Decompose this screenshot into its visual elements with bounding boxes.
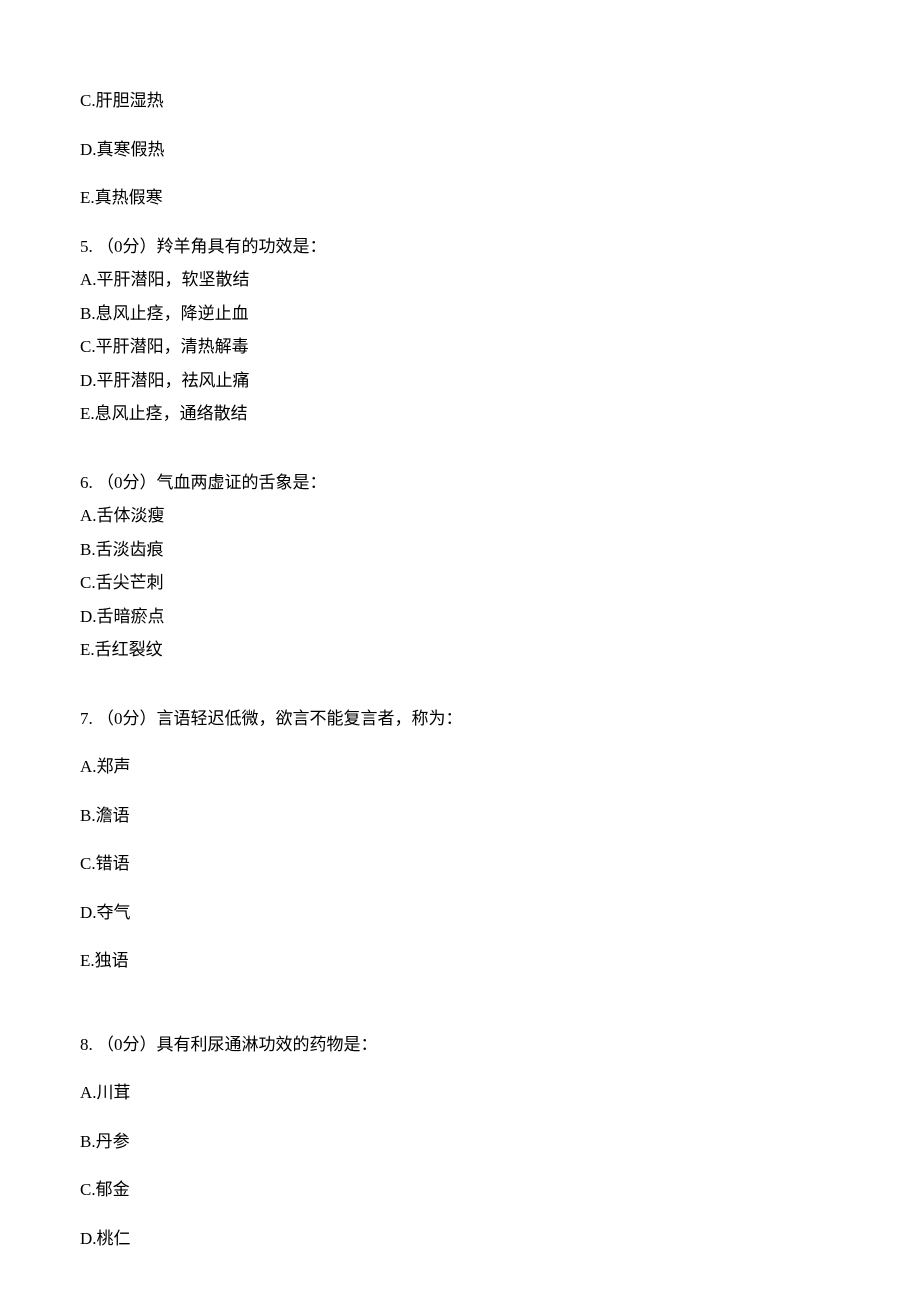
option-b: B.丹参 [80,1129,840,1155]
option-d: D.平肝潜阳，祛风止痛 [80,368,840,394]
question-4-remnant: C.肝胆湿热 D.真寒假热 E.真热假寒 [80,88,840,211]
question-8: 8. （0分）具有利尿通淋功效的药物是： A.川茸 B.丹参 C.郁金 D.桃仁 [80,1032,840,1252]
option-d: D.舌暗瘀点 [80,604,840,630]
option-c: C.肝胆湿热 [80,88,840,114]
option-a: A.川茸 [80,1080,840,1106]
option-a: A.舌体淡瘦 [80,503,840,529]
option-e: E.息风止痉，通络散结 [80,401,840,427]
option-c: C.舌尖芒刺 [80,570,840,596]
question-stem: 7. （0分）言语轻迟低微，欲言不能复言者，称为： [80,706,840,732]
option-e: E.真热假寒 [80,185,840,211]
option-e: E.独语 [80,948,840,974]
option-b: B.舌淡齿痕 [80,537,840,563]
option-d: D.桃仁 [80,1226,840,1252]
question-stem: 5. （0分）羚羊角具有的功效是： [80,234,840,260]
option-c: C.郁金 [80,1177,840,1203]
option-a: A.郑声 [80,754,840,780]
option-a: A.平肝潜阳，软坚散结 [80,267,840,293]
option-c: C.平肝潜阳，清热解毒 [80,334,840,360]
question-6: 6. （0分）气血两虚证的舌象是： A.舌体淡瘦 B.舌淡齿痕 C.舌尖芒刺 D… [80,470,840,663]
option-d: D.夺气 [80,900,840,926]
option-b: B.息风止痉，降逆止血 [80,301,840,327]
option-b: B.澹语 [80,803,840,829]
option-c: C.错语 [80,851,840,877]
question-5: 5. （0分）羚羊角具有的功效是： A.平肝潜阳，软坚散结 B.息风止痉，降逆止… [80,234,840,427]
option-e: E.舌红裂纹 [80,637,840,663]
question-7: 7. （0分）言语轻迟低微，欲言不能复言者，称为： A.郑声 B.澹语 C.错语… [80,706,840,974]
question-stem: 8. （0分）具有利尿通淋功效的药物是： [80,1032,840,1058]
option-d: D.真寒假热 [80,137,840,163]
question-stem: 6. （0分）气血两虚证的舌象是： [80,470,840,496]
